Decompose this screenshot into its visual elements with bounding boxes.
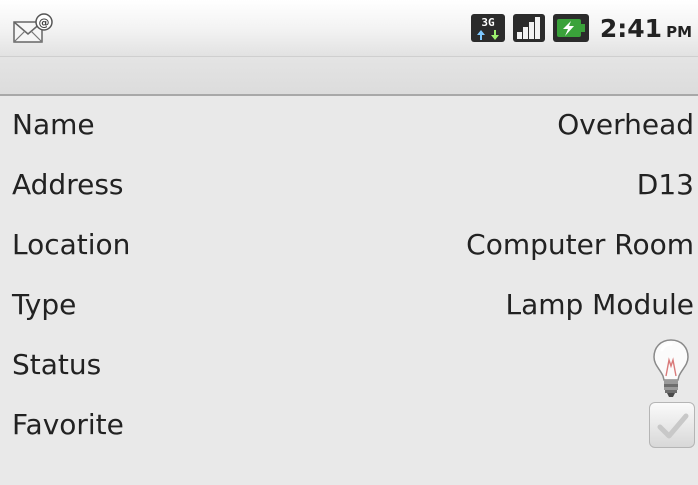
- title-bar: [0, 57, 698, 96]
- light-bulb-off-icon[interactable]: [650, 336, 692, 400]
- signal-strength-icon: [512, 14, 545, 42]
- location-value: Computer Room: [466, 228, 694, 261]
- status-label: Status: [12, 348, 102, 381]
- favorite-checkbox[interactable]: [649, 402, 695, 448]
- clock-time: 2:41: [599, 13, 663, 43]
- type-row: Type Lamp Module: [0, 276, 698, 336]
- status-bar: @ 3G 2:41 PM: [0, 0, 698, 57]
- address-label: Address: [12, 168, 124, 201]
- type-label: Type: [12, 288, 77, 321]
- type-value: Lamp Module: [505, 288, 694, 321]
- location-label: Location: [12, 228, 131, 261]
- status-row: Status: [0, 336, 698, 397]
- email-notification-icon[interactable]: @: [12, 12, 56, 44]
- address-row: Address D13: [0, 156, 698, 216]
- address-value: D13: [636, 168, 694, 201]
- status-clock: 2:41 PM: [600, 14, 692, 43]
- name-row: Name Overhead: [0, 96, 698, 156]
- app-screen: @ 3G 2:41 PM Name Overhead Address D13 L…: [0, 0, 698, 485]
- device-details: Name Overhead Address D13 Location Compu…: [0, 96, 698, 485]
- system-icons: 3G 2:41 PM: [470, 10, 692, 46]
- checkmark-icon: [657, 413, 689, 439]
- network-3g-icon: 3G: [470, 14, 505, 42]
- clock-ampm: PM: [666, 22, 692, 41]
- location-row: Location Computer Room: [0, 216, 698, 276]
- network-label: 3G: [481, 16, 495, 29]
- name-value: Overhead: [557, 108, 694, 141]
- favorite-row: Favorite: [0, 396, 698, 456]
- name-label: Name: [12, 108, 95, 141]
- battery-charging-icon: [552, 14, 589, 42]
- svg-text:@: @: [39, 16, 50, 29]
- favorite-label: Favorite: [12, 408, 124, 441]
